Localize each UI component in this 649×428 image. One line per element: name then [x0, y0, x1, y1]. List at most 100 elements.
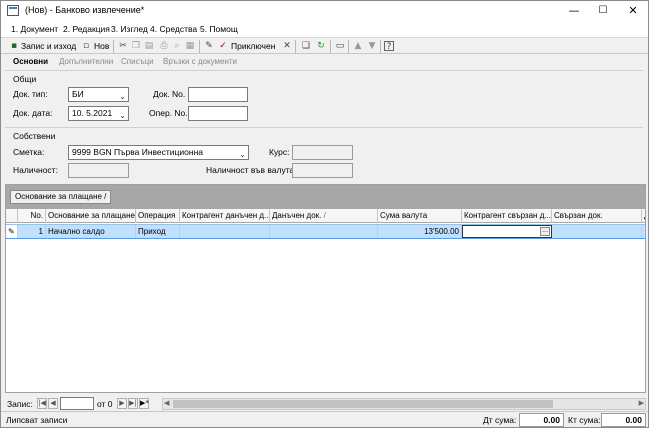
toolbar-separator [330, 40, 331, 53]
availability-label: Наличност: [13, 165, 58, 175]
close-button[interactable]: ✕ [618, 1, 648, 21]
oper-no-field[interactable] [188, 106, 248, 121]
next-icon[interactable]: ▼ [367, 41, 377, 51]
first-record-icon[interactable]: |◀ [37, 398, 47, 409]
availability-field [68, 163, 129, 178]
scroll-right-icon[interactable]: ▶ [639, 399, 644, 407]
row-indicator-header [6, 209, 18, 223]
cell-basis[interactable]: Начално салдо [46, 225, 136, 238]
cell-contragent-linked[interactable]: ... [462, 225, 552, 238]
tab-document-links[interactable]: Връзки с документи [163, 57, 237, 66]
lines-grid: Основание за плащане / No. Основание за … [5, 184, 646, 393]
account-select[interactable]: 9999 BGN Първа Инвестиционна ⌄ [68, 145, 249, 160]
scroll-left-icon[interactable]: ◀ [164, 399, 169, 407]
toolbar-separator [295, 40, 296, 53]
minimize-button[interactable]: — [559, 1, 589, 21]
next-record-icon[interactable]: ▶ [117, 398, 127, 409]
tab-additional[interactable]: Допълнителни [59, 57, 113, 66]
account-label: Сметка: [13, 147, 45, 157]
grid-header: No. Основание за плащане Операция Контра… [6, 209, 645, 223]
availability-currency-field [292, 163, 353, 178]
menu-edit[interactable]: 2. Редакция [63, 24, 110, 34]
column-header-amount[interactable]: Сума валута [378, 209, 462, 223]
status-bar: Липсват записи Дт сума: 0.00 Кт сума: 0.… [1, 411, 648, 427]
post-button[interactable]: Приключен [231, 40, 275, 53]
ellipsis-button[interactable]: ... [540, 227, 550, 236]
copy-icon[interactable]: ❐ [131, 41, 141, 51]
tab-lists[interactable]: Списъци [121, 57, 154, 66]
menu-help[interactable]: 5. Помощ [200, 24, 238, 34]
column-header-basis[interactable]: Основание за плащане [46, 209, 136, 223]
doc-date-picker[interactable]: 10. 5.2021 ⌄ [68, 106, 129, 121]
chevron-down-icon: ⌄ [119, 92, 126, 101]
cell-operation[interactable]: Приход [136, 225, 180, 238]
save-close-button[interactable]: Запис и изход [21, 40, 76, 53]
doc-date-label: Док. дата: [13, 108, 53, 118]
column-header-operation[interactable]: Операция [136, 209, 180, 223]
availability-currency-label: Наличност във валута: [206, 165, 297, 175]
menu-document[interactable]: 1. Документ [11, 24, 58, 34]
horizontal-scrollbar[interactable]: ◀ ▶ [162, 398, 646, 410]
toolbar: ▪ Запис и изход ▫ Нов ✂ ❐ ▤ ⎙ ⌕ ▦ ✎ ✓ Пр… [1, 37, 648, 54]
own-group-label: Собствени [13, 131, 56, 141]
doc-no-field[interactable] [188, 87, 248, 102]
record-number-field[interactable] [60, 397, 94, 410]
column-header-contragent-tax[interactable]: Контрагент данъчен д... [180, 209, 270, 223]
preview-icon[interactable]: ⌕ [172, 41, 182, 51]
export-icon[interactable]: ▦ [185, 41, 195, 51]
status-message: Липсват записи [6, 415, 68, 425]
record-count: от 0 [97, 399, 113, 409]
doc-type-select[interactable]: БИ ⌄ [68, 87, 129, 102]
new-document-icon: ▫ [82, 41, 90, 51]
debit-sum-label: Дт сума: [483, 415, 517, 425]
tab-main[interactable]: Основни [9, 57, 52, 69]
chevron-down-icon: ⌄ [119, 111, 126, 120]
blank-doc-icon[interactable]: ▭ [335, 41, 345, 51]
last-record-icon[interactable]: ▶| [128, 398, 138, 409]
copy-doc-icon[interactable]: ❏ [301, 41, 311, 51]
credit-sum-label: Кт сума: [568, 415, 601, 425]
edit-document-icon[interactable]: ✎ [204, 41, 214, 51]
oper-no-label: Опер. No. [149, 108, 188, 118]
cell-linked-doc[interactable] [552, 225, 642, 238]
previous-icon[interactable]: ▲ [353, 41, 363, 51]
column-header-contragent-linked[interactable]: Контрагент свързан д... [462, 209, 552, 223]
scrollbar-thumb[interactable] [173, 400, 553, 408]
maximize-button[interactable]: ☐ [588, 1, 618, 21]
cell-amount[interactable]: 13'500.00 [378, 225, 462, 238]
help-icon[interactable]: ? [384, 41, 394, 52]
rate-field [292, 145, 353, 160]
refresh-icon[interactable]: ↻ [316, 41, 326, 51]
debit-sum-field: 0.00 [519, 413, 564, 427]
record-label: Запис: [7, 399, 33, 409]
rate-label: Курс: [269, 147, 290, 157]
group-by-chip[interactable]: Основание за плащане / [10, 190, 112, 204]
menu-view[interactable]: 3. Изглед [111, 24, 148, 34]
table-row[interactable]: ✎ 1 Начално салдо Приход 13'500.00 ... [6, 224, 645, 239]
save-icon: ▪ [10, 41, 18, 51]
doc-type-label: Док. тип: [13, 89, 48, 99]
previous-record-icon[interactable]: ◀ [48, 398, 58, 409]
cell-contragent-tax[interactable] [180, 225, 270, 238]
toolbar-separator [348, 40, 349, 53]
cut-icon[interactable]: ✂ [118, 41, 128, 51]
menu-tools[interactable]: 4. Средства [150, 24, 197, 34]
column-header-linked-doc[interactable]: Свързан док. [552, 209, 642, 223]
column-header-no[interactable]: No. [18, 209, 46, 223]
column-header-tax-doc[interactable]: Данъчен док. / [270, 209, 378, 223]
toolbar-separator [113, 40, 114, 53]
checkmark-icon: ✓ [219, 41, 227, 51]
new-button[interactable]: Нов [94, 40, 109, 53]
tab-strip: Основни Допълнителни Списъци Връзки с до… [1, 55, 648, 69]
record-navigator: Запис: |◀ ◀ от 0 ▶ ▶| ▶* ◀ ▶ [5, 397, 646, 411]
new-record-icon[interactable]: ▶* [139, 398, 149, 409]
delete-icon[interactable]: ✕ [282, 41, 292, 51]
general-group-label: Общи [13, 74, 37, 84]
cell-tax-doc[interactable] [270, 225, 378, 238]
cell-no[interactable]: 1 [18, 225, 46, 238]
column-header-extra[interactable]: Д [642, 209, 645, 223]
app-window: (Нов) - Банково извлечение* — ☐ ✕ 1. Док… [0, 0, 649, 428]
print-icon[interactable]: ⎙ [159, 41, 169, 51]
menu-bar: 1. Документ 2. Редакция 3. Изглед 4. Сре… [1, 21, 648, 37]
paste-icon[interactable]: ▤ [144, 41, 154, 51]
